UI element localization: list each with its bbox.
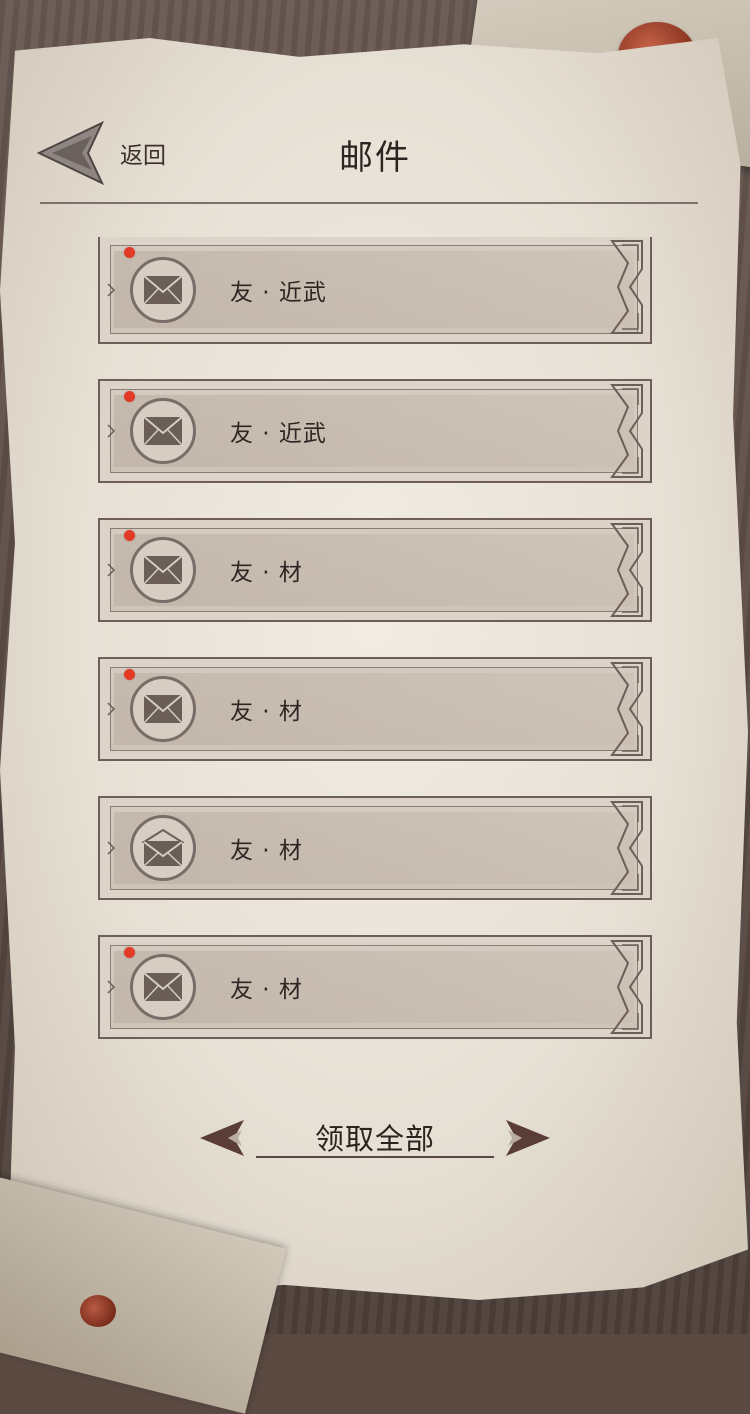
mail-list: 友 · 近武友 · 近武友 · 材友 · 材友 · 材友 · 材 [98,237,654,1074]
mail-icon [130,676,196,742]
mail-sender: 友 · 材 [230,838,303,864]
mail-item[interactable]: 友 · 材 [98,657,652,761]
right-arrow-ornament-icon [506,1120,550,1156]
mail-sender: 友 · 材 [230,560,303,586]
mail-sender: 友 · 材 [230,977,303,1003]
mail-sender: 友 · 材 [230,699,303,725]
chevron-right-small-icon [107,424,116,438]
mail-item[interactable]: 友 · 材 [98,796,652,900]
chevron-right-small-icon [107,282,116,297]
mail-icon [130,537,196,603]
unread-dot [124,947,135,958]
frame-corner-ornament-icon [610,384,643,478]
wax-seal-small-icon [80,1295,116,1327]
unread-dot [124,669,135,680]
chevron-right-small-icon [107,980,116,994]
claim-all-label: 领取全部 [314,1122,435,1156]
mail-item[interactable]: 友 · 材 [98,518,652,622]
header-divider [40,202,698,204]
frame-corner-ornament-icon [610,801,643,895]
chevron-right-small-icon [107,702,116,716]
mail-sender: 友 · 近武 [230,279,327,306]
page-title: 邮件 [339,138,411,178]
frame-corner-ornament-icon [610,940,643,1034]
mail-sender: 友 · 近武 [230,421,327,447]
claim-all-underline [256,1156,494,1158]
mail-icon [130,398,196,464]
frame-corner-ornament-icon [610,240,643,334]
mail-open-icon [130,815,196,881]
chevron-right-small-icon [107,841,116,855]
frame-corner-ornament-icon [610,523,643,617]
unread-dot [124,391,135,402]
mail-item[interactable]: 友 · 材 [98,935,652,1039]
chevron-right-small-icon [107,563,116,577]
mail-icon [130,954,196,1020]
mail-icon [130,256,196,323]
unread-dot [124,247,135,258]
mail-item[interactable]: 友 · 近武 [98,237,652,344]
mail-item[interactable]: 友 · 近武 [98,379,652,483]
claim-all-button[interactable]: 领取全部 [198,1110,552,1166]
frame-corner-ornament-icon [610,662,643,756]
unread-dot [124,530,135,541]
